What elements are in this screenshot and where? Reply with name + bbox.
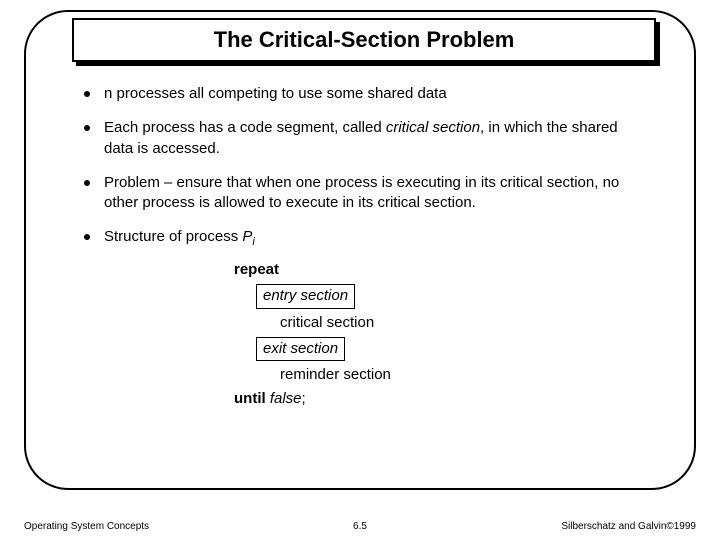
text-subscript: i: [252, 236, 254, 248]
bullet-item: Problem – ensure that when one process i…: [84, 173, 644, 214]
bullet-icon: [84, 91, 90, 97]
keyword-repeat: repeat: [234, 261, 279, 278]
footer-center: 6.5: [353, 521, 367, 532]
entry-section-box: entry section: [256, 284, 355, 308]
footer: Operating System Concepts 6.5 Silberscha…: [24, 521, 696, 532]
pseudocode-block: repeat entry section critical section ex…: [234, 260, 644, 410]
text-fragment: Structure of process: [104, 228, 242, 245]
bullet-text: Structure of process Pi: [104, 227, 644, 250]
semicolon: ;: [302, 390, 306, 407]
text-var: P: [242, 228, 252, 245]
bullet-icon: [84, 234, 90, 240]
reminder-section-label: reminder section: [280, 366, 391, 383]
bullet-text: Each process has a code segment, called …: [104, 118, 644, 159]
exit-section-box: exit section: [256, 337, 345, 361]
bullet-text: n processes all competing to use some sh…: [104, 84, 644, 104]
keyword-false: false: [266, 390, 302, 407]
text-emphasis: critical section: [386, 119, 480, 136]
content-area: n processes all competing to use some sh…: [84, 84, 644, 414]
critical-section-label: critical section: [280, 314, 374, 331]
bullet-icon: [84, 125, 90, 131]
bullet-text: Problem – ensure that when one process i…: [104, 173, 644, 214]
bullet-icon: [84, 180, 90, 186]
bullet-item: Structure of process Pi: [84, 227, 644, 250]
title-box: The Critical-Section Problem: [72, 18, 656, 62]
keyword-until: until: [234, 390, 266, 407]
text-fragment: Each process has a code segment, called: [104, 119, 386, 136]
slide-title: The Critical-Section Problem: [214, 27, 515, 53]
footer-right: Silberschatz and Galvin©1999: [561, 521, 696, 532]
bullet-item: n processes all competing to use some sh…: [84, 84, 644, 104]
footer-left: Operating System Concepts: [24, 521, 149, 532]
bullet-item: Each process has a code segment, called …: [84, 118, 644, 159]
